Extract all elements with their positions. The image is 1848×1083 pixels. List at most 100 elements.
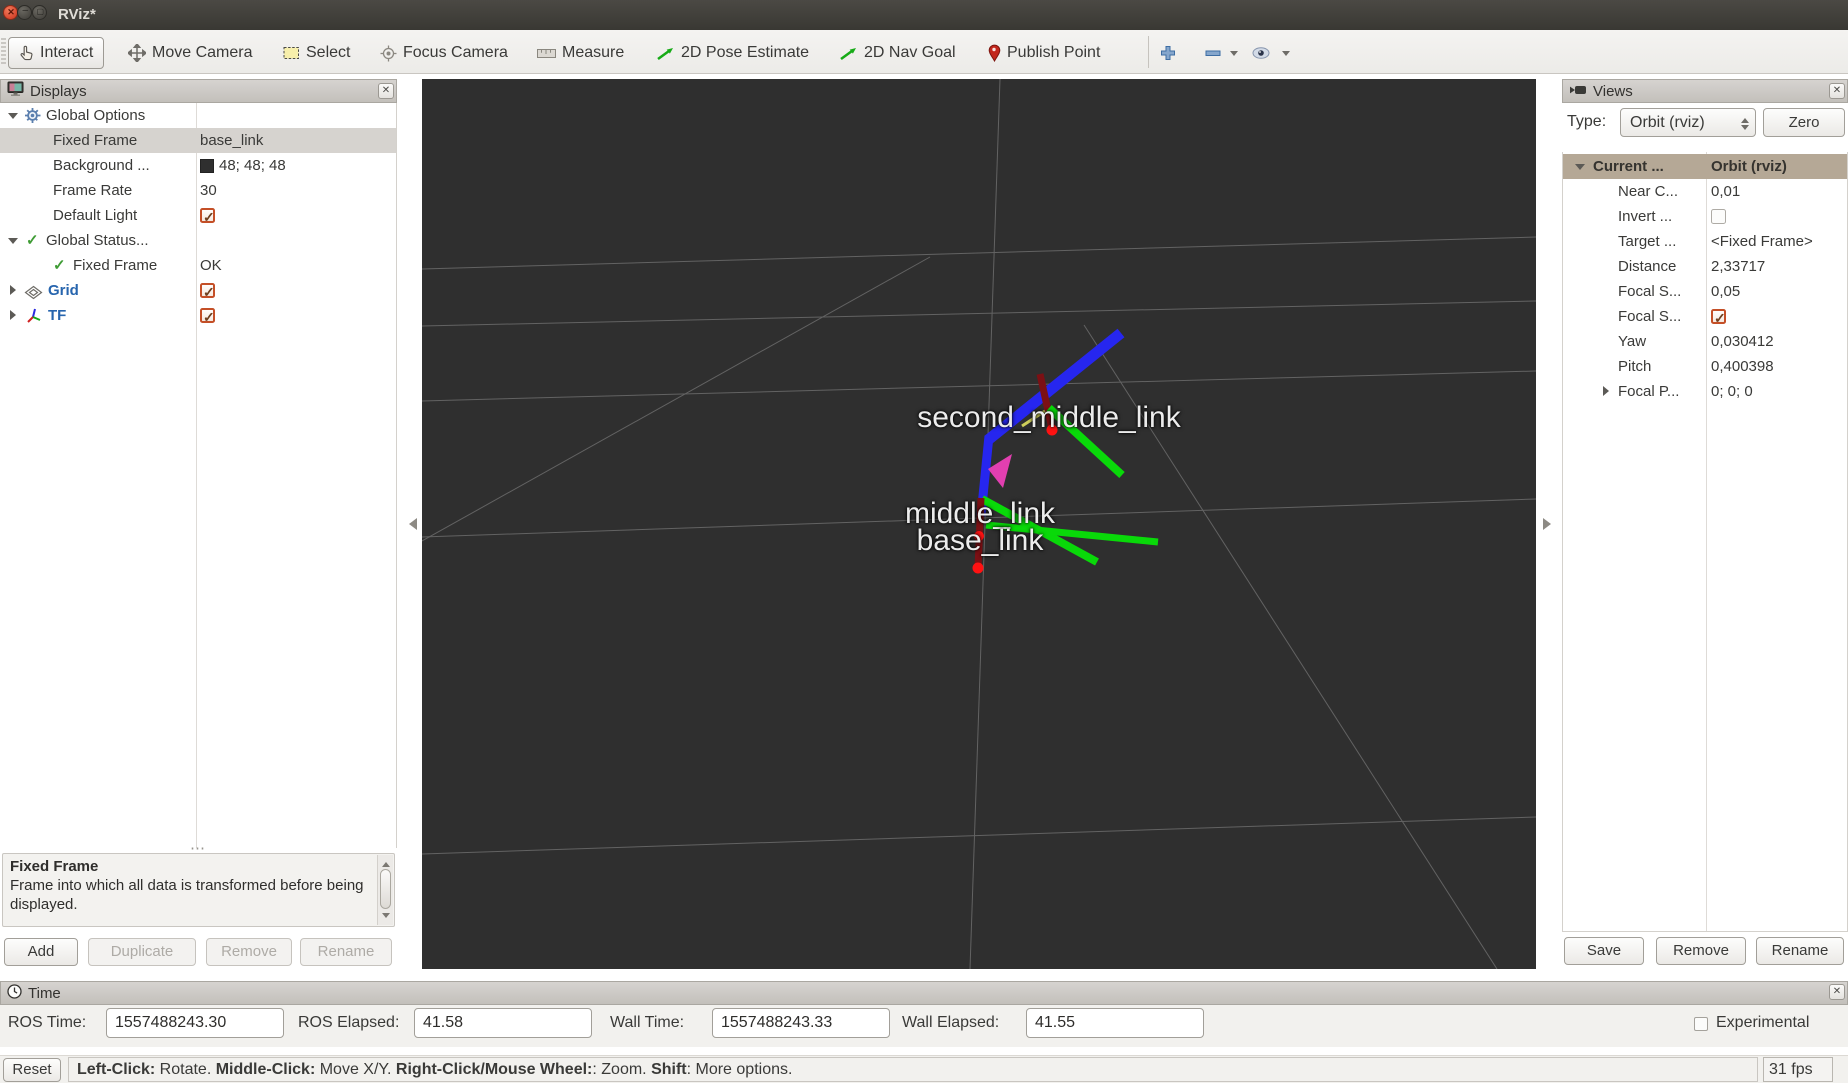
fixed-frame-status-value: OK — [200, 257, 222, 274]
focus-camera-tool-button[interactable]: Focus Camera — [380, 37, 508, 69]
ros-time-input[interactable] — [106, 1008, 284, 1038]
measure-tool-button[interactable]: Measure — [537, 37, 624, 69]
row-value[interactable]: 0; 0; 0 — [1711, 379, 1847, 404]
displays-row-background[interactable]: Background ... 48; 48; 48 — [0, 153, 396, 178]
add-display-button[interactable]: Add — [4, 938, 78, 966]
zero-view-button[interactable]: Zero — [1763, 108, 1845, 137]
tf-enabled-checkbox[interactable] — [200, 305, 215, 330]
time-close-icon[interactable]: ✕ — [1829, 984, 1845, 1000]
remove-display-button[interactable]: Remove — [206, 938, 292, 966]
measure-tool-label: Measure — [562, 44, 625, 61]
views-row-yaw[interactable]: Yaw 0,030412 — [1563, 329, 1847, 354]
hand-icon — [19, 44, 34, 62]
row-value[interactable]: 0,400398 — [1711, 354, 1847, 379]
expander-open-icon[interactable] — [8, 113, 18, 124]
plus-icon — [1160, 45, 1176, 61]
nav-goal-tool-button[interactable]: 2D Nav Goal — [839, 37, 956, 69]
views-row-invert-z[interactable]: Invert ... — [1563, 204, 1847, 229]
render-viewport-3d[interactable]: second_middle_link middle_link base_link — [422, 79, 1536, 969]
displays-row-frame-rate[interactable]: Frame Rate 30 — [0, 178, 396, 203]
views-row-target-frame[interactable]: Target ... <Fixed Frame> — [1563, 229, 1847, 254]
visibility-dropdown-arrow[interactable] — [1282, 51, 1290, 60]
toolbar-separator — [1148, 36, 1149, 68]
row-value[interactable]: 0,030412 — [1711, 329, 1847, 354]
default-light-checkbox[interactable] — [200, 205, 215, 230]
displays-row-fixed-frame[interactable]: Fixed Frame base_link — [0, 128, 396, 153]
pose-estimate-tool-label: 2D Pose Estimate — [681, 44, 810, 61]
rename-display-button[interactable]: Rename — [300, 938, 392, 966]
expander-closed-icon[interactable] — [10, 310, 21, 320]
fixed-frame-value[interactable]: base_link — [200, 128, 263, 153]
toolbar-grip[interactable] — [1, 38, 6, 66]
view-type-combobox[interactable]: Orbit (rviz) — [1620, 108, 1756, 137]
background-color-swatch[interactable] — [200, 158, 214, 173]
window-minimize-button[interactable] — [17, 5, 32, 20]
wall-elapsed-input[interactable] — [1026, 1008, 1204, 1038]
row-value[interactable]: <Fixed Frame> — [1711, 229, 1847, 254]
map-pin-icon — [988, 44, 1001, 62]
row-label: TF — [48, 307, 67, 324]
nav-goal-tool-label: 2D Nav Goal — [864, 44, 956, 61]
views-row-near-clip[interactable]: Near C... 0,01 — [1563, 179, 1847, 204]
displays-row-global-status[interactable]: Global Status... — [0, 228, 396, 253]
views-row-current[interactable]: Current ... Orbit (rviz) — [1563, 154, 1847, 179]
expander-closed-icon[interactable] — [10, 285, 21, 295]
views-close-icon[interactable]: ✕ — [1829, 83, 1845, 99]
window-close-button[interactable] — [3, 5, 18, 20]
displays-row-global-options[interactable]: Global Options — [0, 103, 396, 128]
displays-row-fixed-frame-status[interactable]: Fixed Frame OK — [0, 253, 396, 278]
help-scrollbar[interactable] — [377, 855, 393, 925]
select-tool-button[interactable]: Select — [283, 37, 350, 69]
views-row-focal-shape-size[interactable]: Focal S... 0,05 — [1563, 279, 1847, 304]
remove-view-button[interactable]: Remove — [1656, 937, 1746, 965]
views-tree: Current ... Orbit (rviz) Near C... 0,01 … — [1562, 152, 1848, 932]
scroll-down-icon[interactable] — [382, 913, 390, 922]
rename-view-button[interactable]: Rename — [1756, 937, 1844, 965]
move-camera-tool-button[interactable]: Move Camera — [128, 37, 252, 69]
add-tool-button[interactable] — [1160, 37, 1176, 69]
views-row-focal-shape-fixed[interactable]: Focal S... — [1563, 304, 1847, 331]
remove-tool-dropdown-arrow[interactable] — [1230, 51, 1238, 60]
views-row-focal-point[interactable]: Focal P... 0; 0; 0 — [1563, 379, 1847, 404]
pose-estimate-tool-button[interactable]: 2D Pose Estimate — [656, 37, 809, 69]
row-label: Frame Rate — [53, 182, 133, 199]
expander-open-icon[interactable] — [8, 238, 18, 249]
remove-tool-button[interactable] — [1205, 37, 1221, 69]
wall-time-input[interactable] — [712, 1008, 890, 1038]
displays-row-grid[interactable]: Grid — [0, 278, 396, 305]
row-value[interactable]: 0,05 — [1711, 279, 1847, 304]
row-value[interactable]: 0,01 — [1711, 179, 1847, 204]
views-row-distance[interactable]: Distance 2,33717 — [1563, 254, 1847, 279]
displays-close-icon[interactable]: ✕ — [378, 83, 394, 99]
focal-shape-checkbox[interactable] — [1711, 306, 1726, 331]
row-label: Fixed Frame — [53, 132, 138, 149]
duplicate-display-button[interactable]: Duplicate — [88, 938, 196, 966]
row-label: Pitch — [1618, 358, 1652, 375]
window-maximize-button[interactable] — [32, 5, 47, 20]
right-panel-collapse-icon[interactable] — [1543, 518, 1557, 530]
displays-row-default-light[interactable]: Default Light — [0, 203, 396, 230]
experimental-checkbox[interactable] — [1694, 1017, 1708, 1031]
background-color-value[interactable]: 48; 48; 48 — [219, 153, 286, 178]
reset-button[interactable]: Reset — [3, 1058, 61, 1082]
move-camera-tool-label: Move Camera — [152, 44, 253, 61]
row-label: Global Status... — [46, 232, 149, 249]
scrollbar-thumb[interactable] — [380, 869, 391, 909]
invert-z-checkbox[interactable] — [1711, 209, 1726, 224]
grid-enabled-checkbox[interactable] — [200, 280, 215, 305]
frame-rate-value[interactable]: 30 — [200, 178, 217, 203]
interact-tool-button[interactable]: Interact — [8, 37, 105, 69]
scroll-up-icon[interactable] — [382, 858, 390, 867]
row-label: Focal S... — [1618, 283, 1682, 300]
camera-view-icon — [1569, 83, 1587, 100]
publish-point-tool-button[interactable]: Publish Point — [988, 37, 1100, 69]
tool-visibility-button[interactable] — [1252, 37, 1270, 69]
save-view-button[interactable]: Save — [1564, 937, 1644, 965]
ros-elapsed-input[interactable] — [414, 1008, 592, 1038]
left-panel-collapse-icon[interactable] — [403, 518, 417, 530]
interact-tool-label: Interact — [40, 44, 94, 61]
ruler-icon — [537, 48, 556, 58]
displays-row-tf[interactable]: TF — [0, 303, 396, 330]
row-value[interactable]: 2,33717 — [1711, 254, 1847, 279]
views-row-pitch[interactable]: Pitch 0,400398 — [1563, 354, 1847, 379]
